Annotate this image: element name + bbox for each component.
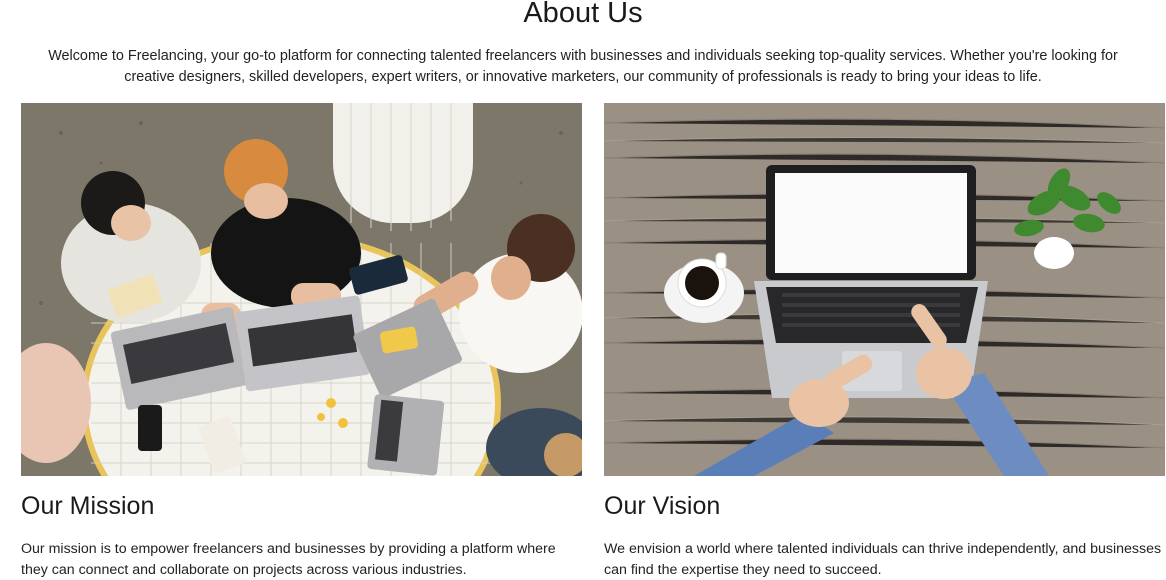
intro-paragraph: Welcome to Freelancing, your go-to platf… — [48, 48, 1118, 85]
about-page: About Us Welcome to Freelancing, your go… — [0, 0, 1166, 580]
mission-card: Our Mission Our mission is to empower fr… — [21, 103, 582, 580]
team-collaboration-photo — [21, 103, 582, 476]
mission-title: Our Mission — [21, 492, 155, 520]
mission-text: Our mission is to empower freelancers an… — [21, 541, 556, 578]
vision-text: We envision a world where talented indiv… — [604, 541, 1162, 578]
vision-card: Our Vision We envision a world where tal… — [604, 103, 1165, 580]
page-title: About Us — [523, 0, 643, 29]
laptop-workspace-photo — [604, 103, 1165, 476]
vision-title: Our Vision — [604, 492, 721, 520]
